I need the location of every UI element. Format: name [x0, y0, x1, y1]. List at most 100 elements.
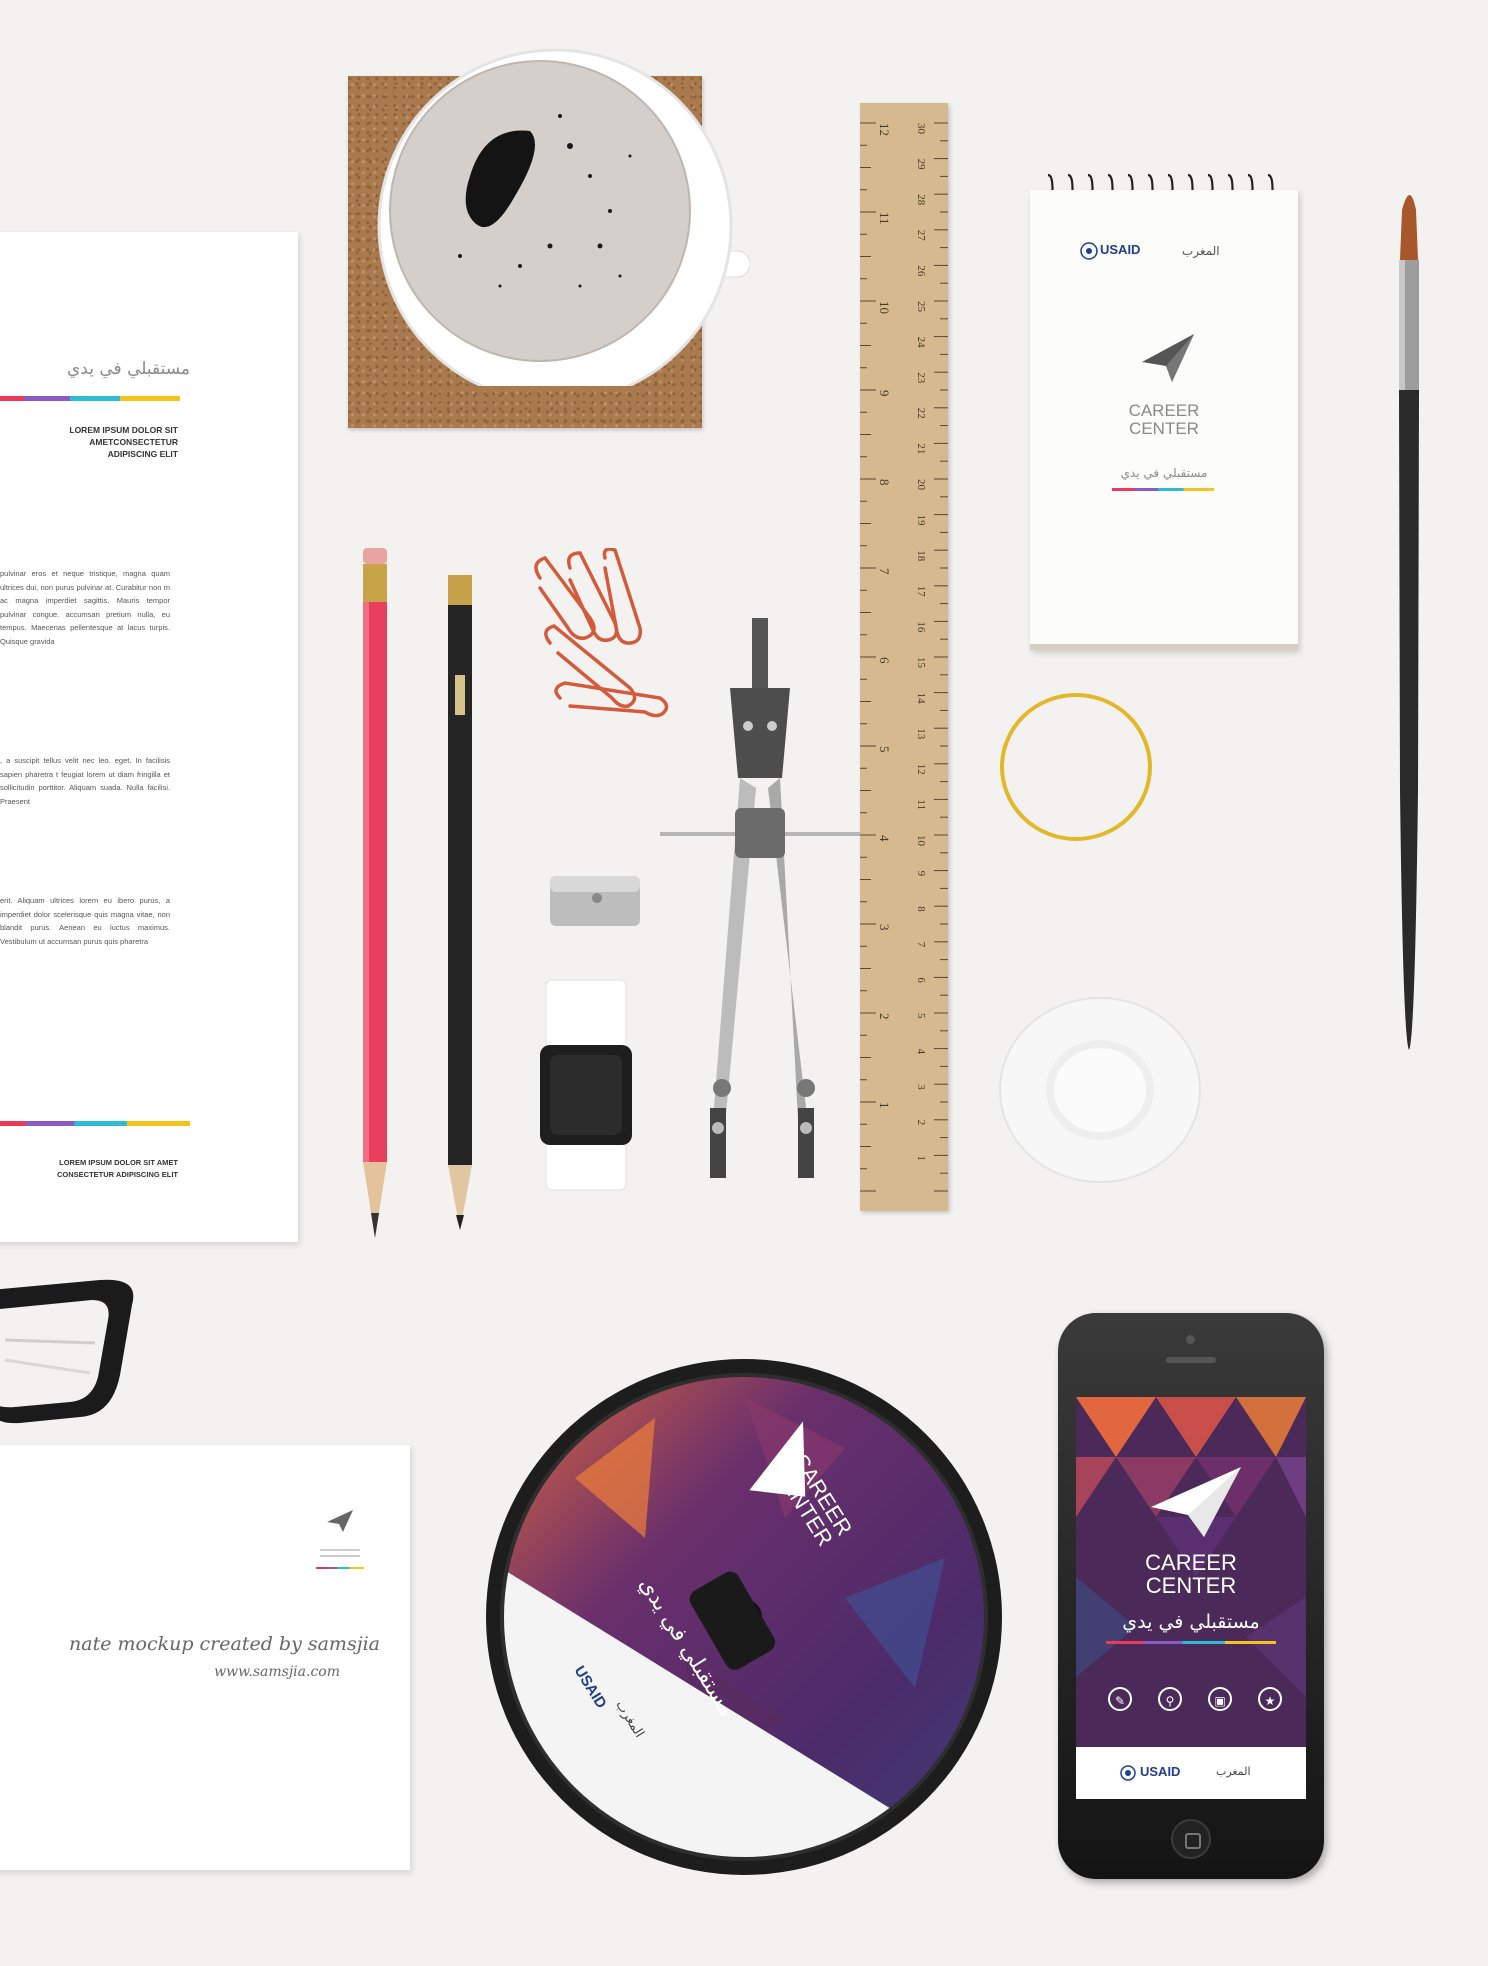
ruler-cm-label: 9 — [915, 871, 927, 877]
phone-footer: USAID المغرب — [1076, 1747, 1306, 1799]
ruler-cm-label: 12 — [915, 764, 927, 775]
black-pencil — [448, 575, 472, 1230]
ruler-inch-label: 8 — [877, 479, 892, 486]
ruler-inch-label: 2 — [877, 1013, 892, 1020]
letterhead-paragraph-2: , a suscipit tellus velit nec leo. eget.… — [0, 756, 170, 806]
drawing-compass — [660, 618, 860, 1178]
ruler-cm-label: 24 — [915, 337, 927, 349]
mockup-credit-line-1: nate mockup created by samsjia — [69, 1633, 380, 1655]
ruler-inch-label: 7 — [877, 568, 892, 575]
letterhead-footer-rainbow-bar — [0, 1121, 190, 1126]
envelope-logo — [310, 1508, 370, 1569]
ruler-cm-label: 16 — [915, 621, 927, 633]
ruler-cm-label: 6 — [915, 977, 927, 983]
ruler-cm-label: 26 — [915, 265, 927, 277]
ruler-inch-label: 5 — [877, 746, 892, 753]
phone-career-center: CAREER CENTER — [1145, 1550, 1237, 1598]
cd-spindle: CAREER CENTER مستقبلي في يدي USAID المغر… — [485, 1358, 1003, 1876]
letterhead-paragraph-1: pulvinar eros et neque tristique, magna … — [0, 569, 170, 646]
letterhead-paragraph-3: erit. Aliquam ultrices lorem eu ibero pu… — [0, 896, 170, 946]
ruler-cm-label: 21 — [915, 443, 927, 454]
phone-app-button-2[interactable]: ⚲ — [1158, 1687, 1182, 1711]
eyeglasses — [0, 1279, 134, 1424]
ruler-inch-label: 4 — [877, 835, 892, 842]
notepad-career-center: CAREER CENTER — [1128, 401, 1200, 438]
letterhead-arabic-title: مستقبلي في يدي — [67, 359, 190, 379]
wrench-icon: ✎ — [1114, 1694, 1126, 1708]
phone-screen: CAREER CENTER مستقبلي في يدي ✎ ⚲ ▣ ★ USA… — [1076, 1397, 1306, 1799]
notepad: USAID المغرب CAREER CENTER مستقبلي في يد… — [1030, 190, 1298, 650]
ruler-cm-label: 15 — [915, 657, 927, 669]
cd-disc-art — [486, 1359, 1002, 1875]
ruler-inch-label: 12 — [877, 123, 892, 136]
letterhead-paper: مستقبلي في يدي LOREM IPSUM DOLOR SIT AME… — [0, 232, 298, 1242]
usaid-seal-icon — [1080, 242, 1098, 260]
letterhead-address: LOREM IPSUM DOLOR SIT AMETCONSECTETUR AD… — [69, 425, 178, 459]
mockup-credit-line-2: www.samsjia.com — [214, 1664, 340, 1680]
phone-app-button-4[interactable]: ★ — [1258, 1687, 1282, 1711]
ruler-cm-label: 17 — [915, 586, 927, 598]
wooden-ruler: 1 2 3 4 5 6 7 8 9 10 11 12 13 14 15 16 17 18 19 20 21 22 23 24 2… — [860, 103, 948, 1211]
ruler-markings: 1234567891011121314151617181920212223242… — [860, 122, 948, 1192]
search-icon: ⚲ — [1165, 1694, 1175, 1708]
ruler-cm-label: 20 — [915, 479, 927, 491]
ruler-cm-label: 28 — [915, 194, 927, 206]
ruler-cm-label: 30 — [915, 123, 927, 135]
ruler-cm-label: 23 — [915, 372, 927, 384]
ruler-cm-label: 19 — [915, 515, 927, 527]
phone-rainbow-bar — [1106, 1641, 1276, 1644]
ruler-cm-label: 4 — [915, 1049, 927, 1055]
ruler-inch-label: 6 — [877, 657, 892, 664]
ruler-cm-label: 8 — [915, 906, 927, 912]
ruler-cm-label: 13 — [915, 728, 927, 740]
ruler-inch-label: 1 — [877, 1102, 892, 1109]
ruler-cm-label: 10 — [915, 835, 927, 847]
star-icon: ★ — [1264, 1694, 1276, 1708]
ruler-inch-label: 11 — [877, 212, 892, 225]
ruler-inch-label: 10 — [877, 301, 892, 314]
ruler-cm-label: 5 — [915, 1013, 927, 1019]
ruler-cm-label: 1 — [915, 1155, 927, 1161]
phone-app-button-1[interactable]: ✎ — [1108, 1687, 1132, 1711]
ruler-cm-label: 3 — [915, 1084, 927, 1090]
briefcase-icon: ▣ — [1214, 1694, 1226, 1708]
ruler-inch-label: 9 — [877, 390, 892, 397]
paint-brush — [1399, 195, 1419, 1050]
phone-background-art — [1076, 1397, 1306, 1799]
phone-app-button-3[interactable]: ▣ — [1208, 1687, 1232, 1711]
paper-plane-icon — [1142, 334, 1194, 382]
ruler-cm-label: 29 — [915, 159, 927, 171]
ruler-cm-label: 27 — [915, 230, 927, 242]
rubber-band — [1000, 693, 1152, 841]
phone-arabic-country: المغرب — [1216, 1765, 1251, 1778]
notepad-usaid: USAID — [1100, 242, 1141, 257]
ruler-cm-label: 7 — [915, 942, 927, 948]
notepad-arabic-tagline: مستقبلي في يدي — [1120, 466, 1208, 480]
letterhead-rainbow-bar — [0, 396, 180, 401]
envelope: nate mockup created by samsjia www.samsj… — [0, 1445, 410, 1870]
notepad-arabic-country: المغرب — [1182, 244, 1220, 258]
phone-speaker — [1166, 1357, 1216, 1363]
tape-roll — [999, 997, 1201, 1183]
ruler-cm-label: 11 — [915, 799, 927, 810]
ruler-cm-label: 2 — [915, 1120, 927, 1126]
ruler-cm-label: 18 — [915, 550, 927, 562]
coffee-cup — [377, 48, 750, 386]
smartphone: CAREER CENTER مستقبلي في يدي ✎ ⚲ ▣ ★ USA… — [1058, 1313, 1324, 1879]
ruler-cm-label: 14 — [915, 693, 927, 705]
phone-usaid: USAID — [1140, 1764, 1181, 1779]
phone-camera — [1186, 1335, 1195, 1344]
paper-plane-icon — [327, 1510, 353, 1532]
eraser — [540, 979, 632, 1191]
red-pencil — [363, 548, 387, 1238]
ruler-cm-label: 22 — [915, 408, 927, 419]
usaid-seal-icon — [1120, 1765, 1136, 1781]
notepad-rainbow-bar — [1112, 488, 1214, 491]
phone-arabic-tagline: مستقبلي في يدي — [1122, 1611, 1260, 1633]
phone-home-button[interactable] — [1171, 1819, 1211, 1859]
ruler-cm-label: 25 — [915, 301, 927, 313]
pencil-sharpener — [550, 876, 640, 926]
mockup-credit: nate mockup created by samsjia www.samsj… — [0, 1630, 380, 1686]
ruler-inch-label: 3 — [877, 924, 892, 931]
letterhead-footer: LOREM IPSUM DOLOR SIT AMET CONSECTETUR A… — [57, 1158, 178, 1179]
